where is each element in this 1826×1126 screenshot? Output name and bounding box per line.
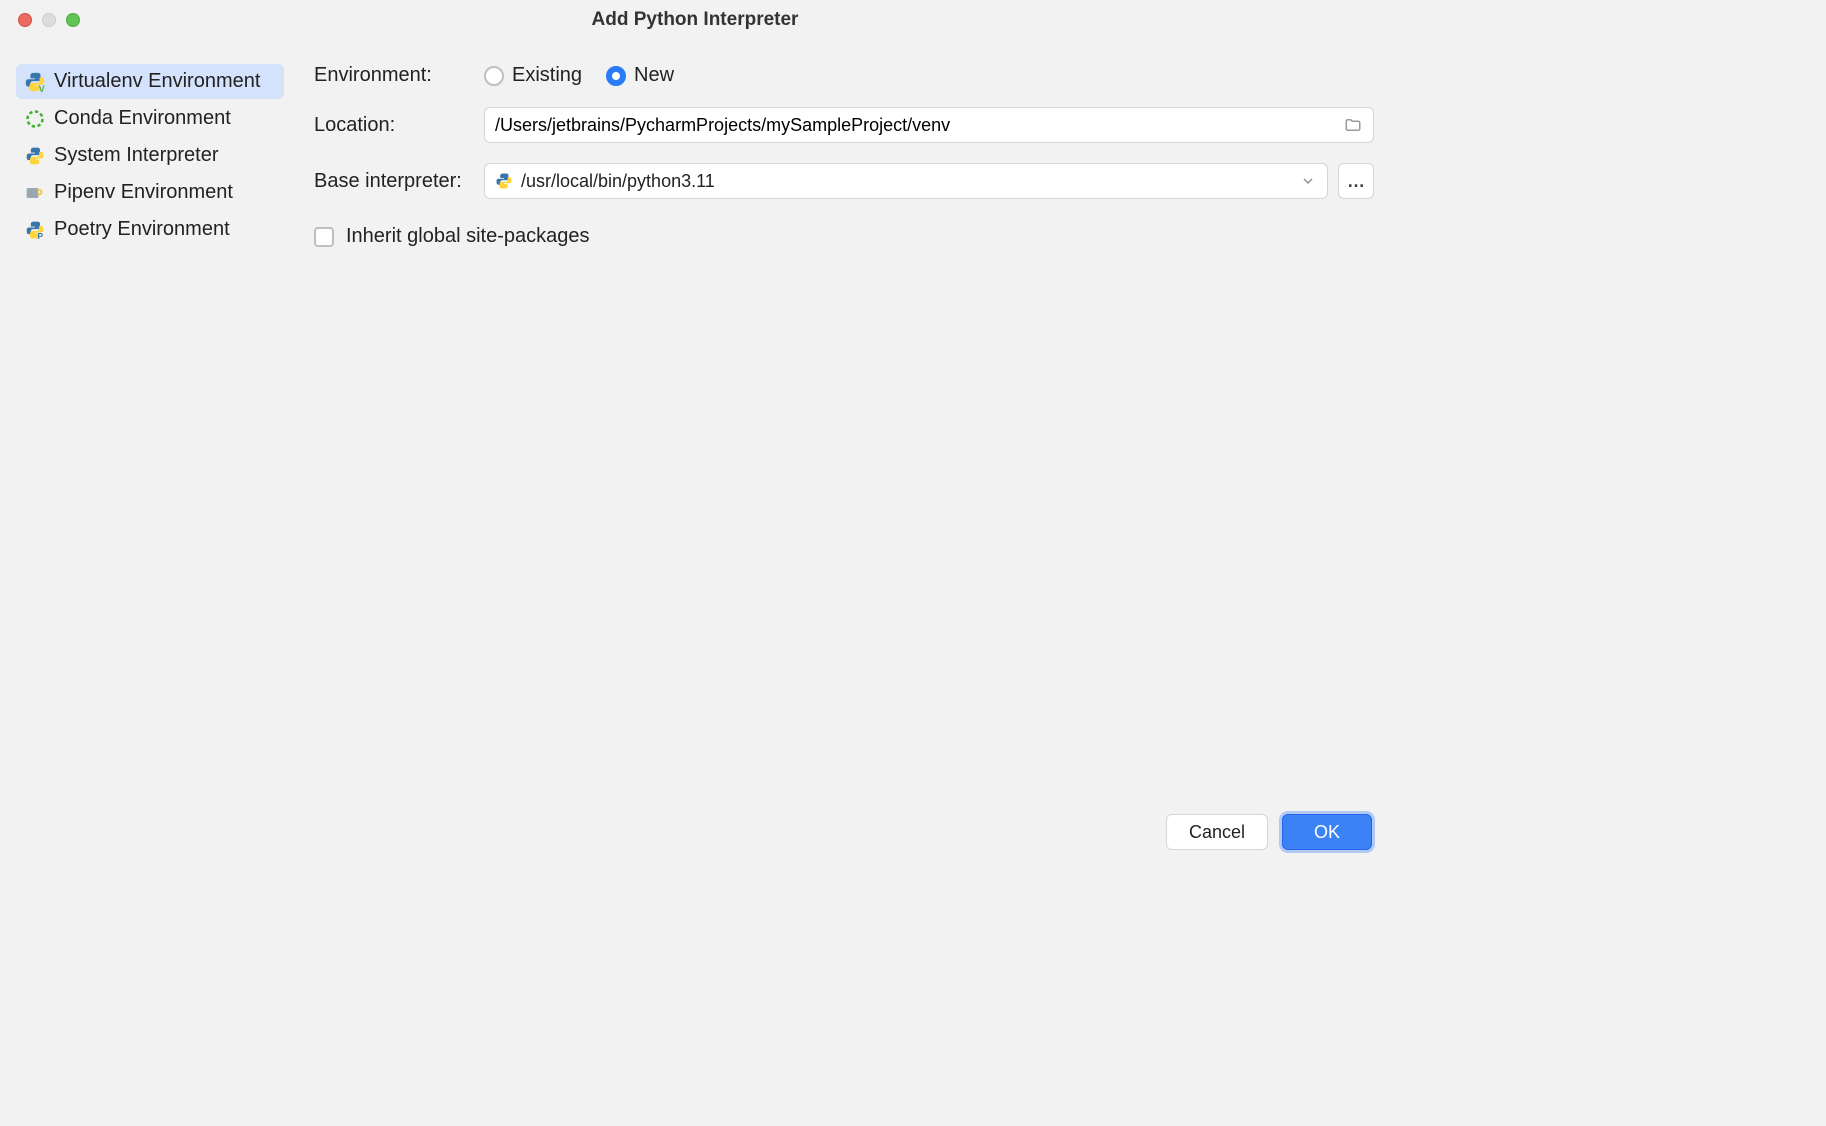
location-row: Location:: [314, 107, 1374, 143]
python-icon: [495, 172, 513, 190]
sidebar-item-label: Pipenv Environment: [54, 181, 233, 204]
environment-label: Environment:: [314, 64, 472, 87]
sidebar-item-label: Conda Environment: [54, 107, 231, 130]
environment-radio-group: Existing New: [484, 64, 674, 87]
conda-icon: [24, 108, 46, 130]
sidebar-item-label: Virtualenv Environment: [54, 70, 260, 93]
dialog-footer: Cancel OK: [0, 800, 1390, 868]
button-label: OK: [1314, 822, 1340, 843]
location-label: Location:: [314, 114, 472, 137]
radio-label: Existing: [512, 64, 582, 87]
base-interpreter-row: Base interpreter: /usr/local/bin/python3…: [314, 163, 1374, 199]
pipenv-icon: [24, 182, 46, 204]
location-input[interactable]: [484, 107, 1374, 143]
sidebar-item-poetry[interactable]: P Poetry Environment: [16, 212, 284, 247]
sidebar-item-virtualenv[interactable]: V Virtualenv Environment: [16, 64, 284, 99]
radio-label: New: [634, 64, 674, 87]
base-interpreter-select[interactable]: /usr/local/bin/python3.11: [484, 163, 1328, 199]
inherit-label: Inherit global site-packages: [346, 225, 589, 248]
radio-existing[interactable]: Existing: [484, 64, 582, 87]
cancel-button[interactable]: Cancel: [1166, 814, 1268, 850]
sidebar-item-conda[interactable]: Conda Environment: [16, 101, 284, 136]
sidebar-item-label: System Interpreter: [54, 144, 219, 167]
inherit-checkbox[interactable]: [314, 227, 334, 247]
chevron-down-icon: [1299, 172, 1317, 190]
poetry-icon: P: [24, 219, 46, 241]
sidebar-item-system[interactable]: System Interpreter: [16, 138, 284, 173]
environment-row: Environment: Existing New: [314, 64, 1374, 87]
svg-text:P: P: [38, 231, 44, 240]
radio-dot-icon: [484, 66, 504, 86]
radio-dot-icon: [606, 66, 626, 86]
sidebar-item-label: Poetry Environment: [54, 218, 230, 241]
ellipsis-icon: …: [1347, 171, 1365, 192]
interpreter-type-sidebar: V Virtualenv Environment Conda Environme…: [16, 58, 284, 800]
titlebar: Add Python Interpreter: [0, 0, 1390, 40]
add-python-interpreter-dialog: Add Python Interpreter V Virtualenv Envi…: [0, 0, 1390, 868]
base-interpreter-field-wrap: /usr/local/bin/python3.11 …: [484, 163, 1374, 199]
svg-text:V: V: [39, 84, 46, 93]
radio-new[interactable]: New: [606, 64, 674, 87]
dialog-body: V Virtualenv Environment Conda Environme…: [0, 40, 1390, 800]
python-icon: [24, 145, 46, 167]
ok-button[interactable]: OK: [1282, 814, 1372, 850]
inherit-row: Inherit global site-packages: [314, 225, 1374, 248]
browse-interpreter-button[interactable]: …: [1338, 163, 1374, 199]
button-label: Cancel: [1189, 822, 1245, 843]
base-interpreter-label: Base interpreter:: [314, 170, 472, 193]
browse-folder-icon[interactable]: [1343, 115, 1363, 135]
location-input-text[interactable]: [495, 115, 1335, 136]
python-venv-icon: V: [24, 71, 46, 93]
sidebar-item-pipenv[interactable]: Pipenv Environment: [16, 175, 284, 210]
base-interpreter-value: /usr/local/bin/python3.11: [521, 171, 1291, 192]
interpreter-form: Environment: Existing New Location:: [314, 58, 1374, 800]
window-title: Add Python Interpreter: [0, 9, 1390, 31]
location-field-wrap: [484, 107, 1374, 143]
